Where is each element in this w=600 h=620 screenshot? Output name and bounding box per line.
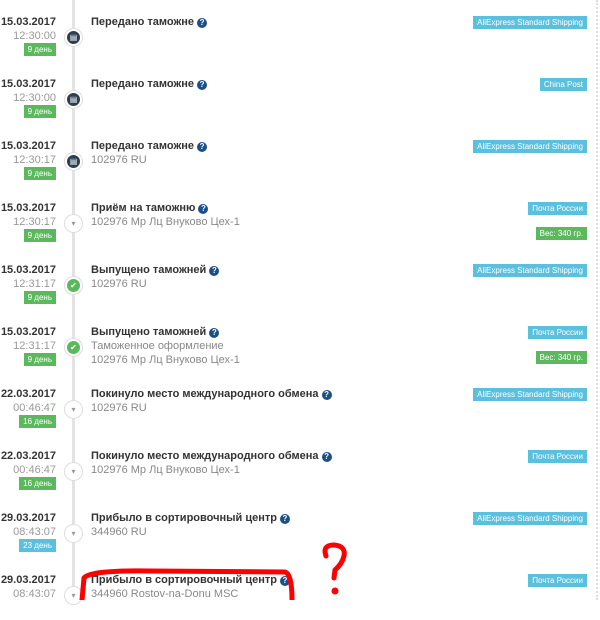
event-title: Покинуло место международного обмена? xyxy=(91,388,332,400)
help-icon[interactable]: ? xyxy=(198,204,209,214)
weight-badge: Вес: 340 гр. xyxy=(535,227,587,240)
scroll-edge xyxy=(596,0,598,600)
event-time: 12:30:00 xyxy=(13,30,56,42)
event-time: 08:43:07 xyxy=(13,526,56,538)
carrier-badge: AliExpress Standard Shipping xyxy=(473,16,587,29)
chevron-down-icon: ▾ xyxy=(65,587,82,604)
day-badge: 9 день xyxy=(23,167,56,180)
day-badge: 9 день xyxy=(23,291,56,304)
event-title: Выпущено таможней? xyxy=(91,326,220,338)
help-icon[interactable]: ? xyxy=(197,18,208,28)
carrier-badge: Почта России xyxy=(528,202,587,215)
chevron-down-icon: ▾ xyxy=(65,401,82,418)
chevron-down-icon: ▾ xyxy=(65,525,82,542)
help-icon[interactable]: ? xyxy=(209,266,220,276)
event-location: 344960 Rostov-na-Donu MSC xyxy=(91,588,239,600)
carrier-badge: AliExpress Standard Shipping xyxy=(473,140,587,153)
event-title: Выпущено таможней? xyxy=(91,264,220,276)
day-badge: 9 день xyxy=(23,353,56,366)
event-time: 00:46:47 xyxy=(13,402,56,414)
event-date: 29.03.2017 xyxy=(0,512,56,524)
event-row: 15.03.2017 12:30:17 9 день ▤ Передано тамо… xyxy=(0,124,596,186)
day-badge: 9 день xyxy=(23,43,56,56)
document-icon: ▤ xyxy=(65,29,82,46)
day-badge: 9 день xyxy=(23,229,56,242)
day-badge: 16 день xyxy=(19,477,56,490)
event-row: 15.03.2017 12:30:00 9 день ▤ Передано тамо… xyxy=(0,0,596,62)
day-badge: 9 день xyxy=(23,105,56,118)
day-badge: 23 день xyxy=(19,539,56,552)
event-location: 102976 RU xyxy=(91,278,147,290)
event-row: 22.03.2017 00:46:47 16 день ▾ Покинуло мес… xyxy=(0,434,596,496)
document-icon: ▤ xyxy=(65,153,82,170)
chevron-down-icon: ▾ xyxy=(65,215,82,232)
help-icon[interactable]: ? xyxy=(197,80,208,90)
event-date: 15.03.2017 xyxy=(0,202,56,214)
help-icon[interactable]: ? xyxy=(279,576,290,586)
event-time: 08:43:07 xyxy=(13,588,56,600)
carrier-badge: China Post xyxy=(539,78,587,91)
event-date: 29.03.2017 xyxy=(0,574,56,586)
weight-badge: Вес: 340 гр. xyxy=(535,351,587,364)
event-title: Прибыло в сортировочный центр? xyxy=(91,512,290,524)
event-row: 29.03.2017 08:43:07 ▾ Прибыло в сортирово… xyxy=(0,558,596,620)
event-location: 102976 Мр Лц Внуково Цех-1 xyxy=(91,464,240,476)
carrier-badge: Почта России xyxy=(528,326,587,339)
event-row: 15.03.2017 12:31:17 9 день ✔ Выпущено тамо… xyxy=(0,310,596,372)
help-icon[interactable]: ? xyxy=(209,328,220,338)
event-row: 29.03.2017 08:43:07 23 день ▾ Прибыло в со… xyxy=(0,496,596,558)
event-location: 102976 RU xyxy=(91,154,147,166)
event-date: 15.03.2017 xyxy=(0,264,56,276)
help-icon[interactable]: ? xyxy=(279,514,290,524)
event-row: 15.03.2017 12:30:00 9 день ▤ Передано тамо… xyxy=(0,62,596,124)
event-location: 344960 RU xyxy=(91,526,147,538)
carrier-badge: Почта России xyxy=(528,574,587,587)
event-title: Передано таможне? xyxy=(91,140,208,152)
check-icon: ✔ xyxy=(65,339,82,356)
event-location: 102976 Мр Лц Внуково Цех-1 xyxy=(91,354,240,366)
event-date: 15.03.2017 xyxy=(0,140,56,152)
event-time: 12:30:17 xyxy=(13,154,56,166)
document-icon: ▤ xyxy=(65,91,82,108)
check-icon: ✔ xyxy=(65,277,82,294)
day-badge: 16 день xyxy=(19,415,56,428)
event-time: 12:30:17 xyxy=(13,216,56,228)
event-date: 15.03.2017 xyxy=(0,326,56,338)
event-time: 12:31:17 xyxy=(13,340,56,352)
event-date: 22.03.2017 xyxy=(0,450,56,462)
event-time: 12:30:00 xyxy=(13,92,56,104)
event-row: 15.03.2017 12:30:17 9 день ▾ Приём на тамо… xyxy=(0,186,596,248)
carrier-badge: AliExpress Standard Shipping xyxy=(473,388,587,401)
event-row: 22.03.2017 00:46:47 16 день ▾ Покинуло мес… xyxy=(0,372,596,434)
event-date: 22.03.2017 xyxy=(0,388,56,400)
event-location: 102976 Мр Лц Внуково Цех-1 xyxy=(91,216,240,228)
carrier-badge: AliExpress Standard Shipping xyxy=(473,512,587,525)
carrier-badge: Почта России xyxy=(528,450,587,463)
carrier-badge: AliExpress Standard Shipping xyxy=(473,264,587,277)
event-location: 102976 RU xyxy=(91,402,147,414)
event-date: 15.03.2017 xyxy=(0,78,56,90)
chevron-down-icon: ▾ xyxy=(65,463,82,480)
event-title: Покинуло место международного обмена? xyxy=(91,450,332,462)
event-row: 15.03.2017 12:31:17 9 день ✔ Выпущено тамо… xyxy=(0,248,596,310)
event-location: Таможенное оформление xyxy=(91,340,224,352)
help-icon[interactable]: ? xyxy=(321,452,332,462)
event-time: 12:31:17 xyxy=(13,278,56,290)
help-icon[interactable]: ? xyxy=(321,390,332,400)
event-title: Передано таможне? xyxy=(91,16,208,28)
event-title: Приём на таможню? xyxy=(91,202,209,214)
event-date: 15.03.2017 xyxy=(0,16,56,28)
event-time: 00:46:47 xyxy=(13,464,56,476)
event-title: Прибыло в сортировочный центр? xyxy=(91,574,290,586)
event-title: Передано таможне? xyxy=(91,78,208,90)
help-icon[interactable]: ? xyxy=(197,142,208,152)
